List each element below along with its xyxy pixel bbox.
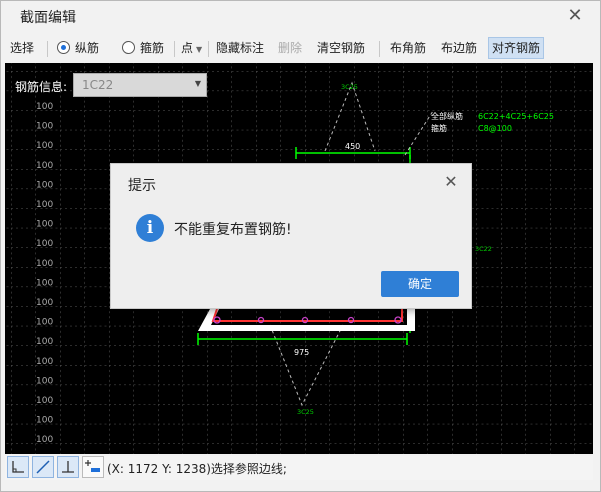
window-title: 截面编辑	[20, 10, 76, 26]
grid-label: 100	[36, 102, 53, 112]
grid-label: 100	[36, 220, 53, 230]
dialog-title: 提示	[128, 178, 156, 194]
dim-bottom-label: 975	[294, 348, 309, 357]
legend-all-long-value: 6C22+4C25+6C25	[478, 112, 554, 121]
toolbar-divider	[47, 41, 48, 57]
snap-perpendicular-button[interactable]	[57, 456, 79, 478]
radio-stirrup[interactable]: 箍筋	[122, 38, 164, 58]
dialog-close-icon[interactable]: ✕	[441, 172, 461, 192]
grid-label: 100	[36, 141, 53, 151]
grid-label: 100	[36, 200, 53, 210]
status-bar: (X: 1172 Y: 1238)选择参照边线;	[5, 456, 593, 480]
edge-rebar-button[interactable]: 布边筋	[441, 38, 477, 58]
grid-label: 100	[36, 298, 53, 308]
grid-label: 100	[36, 376, 53, 386]
legend-all-long-label: 全部纵筋	[431, 111, 463, 121]
title-bar: 截面编辑 ✕	[1, 1, 600, 31]
ok-button[interactable]: 确定	[381, 271, 459, 297]
grid-label: 100	[36, 239, 53, 249]
legend-stirrup-label: 箍筋	[431, 123, 447, 133]
clear-rebar-button[interactable]: 清空钢筋	[317, 38, 365, 58]
callout-bottom-label: 3C25	[297, 408, 314, 416]
radio-stirrup-label: 箍筋	[140, 41, 165, 55]
alert-dialog: 提示 ✕ i 不能重复布置钢筋! 确定	[110, 163, 472, 309]
rebar-info-label: 钢筋信息:	[15, 80, 68, 94]
align-rebar-button[interactable]: 对齐钢筋	[488, 37, 545, 59]
snap-add-button[interactable]	[82, 456, 104, 478]
grid-label: 100	[36, 259, 53, 269]
toolbar-divider	[379, 41, 380, 57]
snap-line-button[interactable]	[32, 456, 54, 478]
perpendicular-icon	[62, 461, 74, 473]
radio-longitudinal-label: 纵筋	[75, 41, 100, 55]
toolbar-divider	[174, 41, 175, 57]
diagonal-line-icon	[36, 460, 50, 474]
radio-unchecked-icon	[122, 41, 135, 54]
grid-label: 100	[36, 337, 53, 347]
dialog-message: 不能重复布置钢筋!	[174, 222, 292, 238]
dim-top-label: 450	[345, 142, 360, 151]
grid-label: 100	[36, 278, 53, 288]
grid-label: 100	[36, 416, 53, 426]
chevron-down-icon: ▼	[194, 79, 201, 88]
section-edit-window: 截面编辑 ✕ 选择 纵筋 箍筋 点 ▼ 隐藏标注 删除 清空钢筋 布角筋 布边筋 …	[0, 0, 601, 492]
delete-button[interactable]: 删除	[278, 38, 302, 58]
legend-stirrup-value: C8@100	[478, 124, 512, 133]
grid-label: 100	[36, 396, 53, 406]
grid-label: 100	[36, 180, 53, 190]
callout-top-label: 3C25	[341, 83, 358, 91]
grid-label: 100	[36, 161, 53, 171]
info-icon: i	[136, 214, 164, 242]
corner-rebar-button[interactable]: 布角筋	[390, 38, 426, 58]
point-mode-value: 点	[181, 41, 194, 55]
radio-longitudinal[interactable]: 纵筋	[57, 38, 99, 58]
select-button[interactable]: 选择	[10, 38, 34, 58]
corner-snap-icon	[12, 461, 24, 473]
add-point-icon	[85, 460, 100, 472]
radio-checked-icon	[57, 41, 70, 54]
toolbar-divider	[208, 41, 209, 57]
point-mode-dropdown[interactable]: 点 ▼	[181, 38, 202, 58]
rebar-info-value: 1C22	[82, 78, 114, 92]
window-close-icon[interactable]: ✕	[564, 5, 586, 27]
grid-label: 100	[36, 318, 53, 328]
toolbar: 选择 纵筋 箍筋 点 ▼ 隐藏标注 删除 清空钢筋 布角筋 布边筋 对齐钢筋	[1, 33, 600, 61]
grid-label: 100	[36, 122, 53, 132]
hide-annotation-button[interactable]: 隐藏标注	[216, 38, 264, 58]
grid-label: 100	[36, 435, 53, 445]
snap-corner-button[interactable]	[7, 456, 29, 478]
status-text: (X: 1172 Y: 1238)选择参照边线;	[107, 462, 287, 476]
grid-label: 100	[36, 357, 53, 367]
rebar-info-select[interactable]: 1C22 ▼	[73, 73, 207, 97]
chevron-down-icon: ▼	[196, 45, 203, 54]
callout-right-label: 3C22	[475, 245, 492, 253]
